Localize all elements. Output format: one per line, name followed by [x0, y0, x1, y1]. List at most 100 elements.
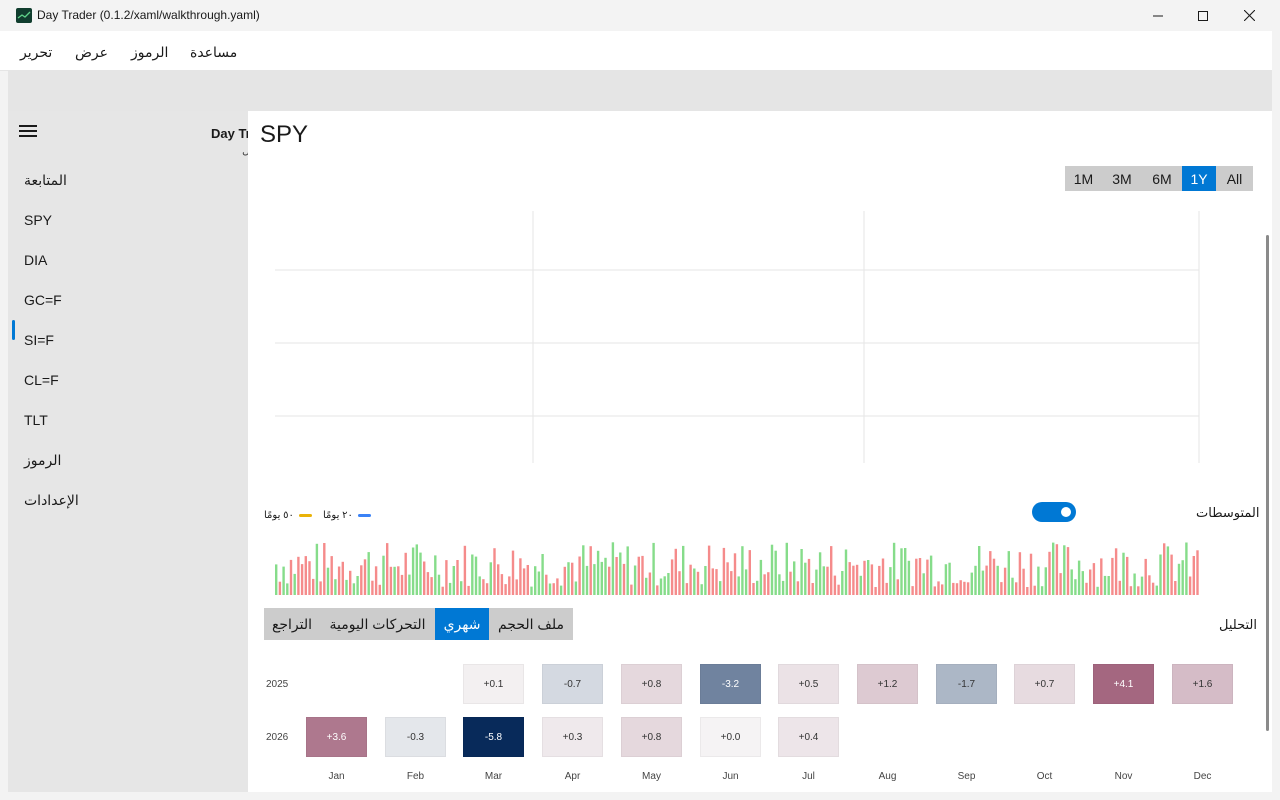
minimize-button[interactable] — [1135, 0, 1181, 31]
volume-bar — [985, 565, 988, 595]
heatmap-cell[interactable]: +0.0 — [700, 717, 761, 757]
heatmap-cell[interactable]: +3.6 — [306, 717, 367, 757]
range-6m-button[interactable]: 6M — [1142, 166, 1182, 191]
sidebar-item-sif[interactable]: SI=F — [24, 332, 54, 348]
volume-bar — [337, 566, 341, 595]
sidebar-item-settings[interactable]: الإعدادات — [24, 492, 79, 509]
volume-bar — [1185, 542, 1188, 595]
close-button[interactable] — [1226, 0, 1272, 31]
heatmap-cell[interactable]: +0.7 — [1014, 664, 1075, 704]
volume-bar — [593, 564, 596, 595]
maximize-button[interactable] — [1180, 0, 1226, 31]
heatmap-cell[interactable]: +0.5 — [778, 664, 839, 704]
hamburger-menu-icon[interactable] — [19, 125, 37, 139]
heatmap-cell[interactable]: +0.3 — [542, 717, 603, 757]
heatmap-cell[interactable]: +1.2 — [857, 664, 918, 704]
volume-bar — [596, 550, 600, 595]
volume-bar — [941, 584, 944, 595]
main-panel: SPY 1M 3M 6M 1Y All ٥٠ يومًا ٢٠ يومًا ال… — [248, 111, 1272, 792]
volume-bar — [526, 565, 529, 595]
tab-daily-moves[interactable]: التحركات اليومية — [320, 608, 435, 640]
tab-drawdown[interactable]: التراجع — [264, 608, 320, 640]
range-3m-button[interactable]: 3M — [1102, 166, 1142, 191]
volume-bar — [626, 546, 629, 595]
legend-20-day-label: ٢٠ يومًا — [323, 510, 353, 521]
volume-bar — [689, 564, 692, 595]
volume-bar — [585, 565, 589, 595]
sidebar-item-spy[interactable]: SPY — [24, 212, 52, 228]
volume-bar — [793, 561, 796, 595]
heatmap-cell[interactable]: +1.6 — [1172, 664, 1233, 704]
tab-volume-profile[interactable]: ملف الحجم — [489, 608, 573, 640]
volume-bar — [482, 579, 485, 595]
volume-bar — [855, 564, 859, 595]
heatmap-cell[interactable]: +0.1 — [463, 664, 524, 704]
volume-bar — [752, 583, 755, 595]
volume-bar — [1122, 552, 1125, 595]
volume-bar — [796, 581, 800, 595]
volume-bar — [1114, 548, 1118, 595]
heatmap-cell[interactable]: -0.3 — [385, 717, 446, 757]
volume-bar — [426, 572, 430, 595]
heatmap-cell[interactable]: +0.8 — [621, 717, 682, 757]
volume-bar — [667, 573, 670, 595]
volume-bar — [411, 547, 415, 595]
volume-bar — [726, 562, 729, 595]
range-all-button[interactable]: All — [1216, 166, 1253, 191]
volume-bar — [622, 563, 626, 595]
volume-bar — [881, 558, 885, 595]
volume-bar — [759, 559, 763, 595]
volume-bar — [748, 550, 751, 595]
heatmap-cell[interactable]: -5.8 — [463, 717, 524, 757]
menu-edit[interactable]: تحرير — [20, 44, 52, 61]
volume-bar — [844, 549, 848, 595]
menu-help[interactable]: مساعدة — [190, 44, 237, 61]
volume-bar — [419, 552, 422, 595]
selection-indicator — [12, 320, 15, 340]
volume-bar — [571, 562, 574, 595]
volume-bar — [637, 556, 640, 595]
volume-bar — [715, 569, 718, 595]
sidebar-item-gcf[interactable]: GC=F — [24, 292, 62, 308]
volume-bar — [497, 564, 500, 595]
heatmap-cell[interactable]: +4.1 — [1093, 664, 1154, 704]
volume-bar — [833, 575, 837, 595]
volume-bar — [1011, 577, 1014, 595]
volume-bar — [1151, 582, 1155, 595]
volume-bar — [963, 581, 966, 595]
heatmap-cell[interactable]: +0.4 — [778, 717, 839, 757]
volume-bar — [1052, 542, 1055, 595]
sidebar-item-clf[interactable]: CL=F — [24, 372, 59, 388]
averages-toggle[interactable] — [1032, 502, 1076, 522]
heatmap-cell[interactable]: +0.8 — [621, 664, 682, 704]
range-1y-button[interactable]: 1Y — [1182, 166, 1216, 191]
volume-bar — [360, 565, 363, 595]
sidebar-item-watchlist[interactable]: المتابعة — [24, 172, 67, 189]
range-1m-button[interactable]: 1M — [1065, 166, 1102, 191]
sidebar-item-tlt[interactable]: TLT — [24, 412, 48, 428]
volume-bar — [567, 562, 570, 595]
heatmap-cell[interactable]: -0.7 — [542, 664, 603, 704]
volume-bar — [630, 584, 633, 595]
volume-bar — [474, 556, 478, 595]
volume-bar — [478, 576, 481, 595]
heatmap-cell[interactable]: -1.7 — [936, 664, 997, 704]
volume-bar — [537, 571, 541, 595]
scrollbar[interactable] — [1266, 235, 1269, 731]
tab-monthly[interactable]: شهري — [435, 608, 489, 640]
volume-bar — [515, 579, 518, 595]
volume-bar — [1144, 558, 1147, 595]
heatmap-cell[interactable]: -3.2 — [700, 664, 761, 704]
menu-symbols[interactable]: الرموز — [131, 44, 168, 61]
toggle-knob — [1061, 507, 1071, 517]
sidebar-item-dia[interactable]: DIA — [24, 252, 47, 268]
month-label: Jul — [802, 771, 815, 782]
month-label: Jan — [328, 771, 345, 782]
volume-bar — [1066, 547, 1070, 595]
menu-view[interactable]: عرض — [75, 44, 108, 61]
volume-bar — [1070, 569, 1073, 595]
volume-bar — [989, 551, 992, 595]
volume-bar — [423, 561, 426, 595]
sidebar-item-symbols[interactable]: الرموز — [24, 452, 61, 469]
volume-bar — [452, 566, 455, 595]
